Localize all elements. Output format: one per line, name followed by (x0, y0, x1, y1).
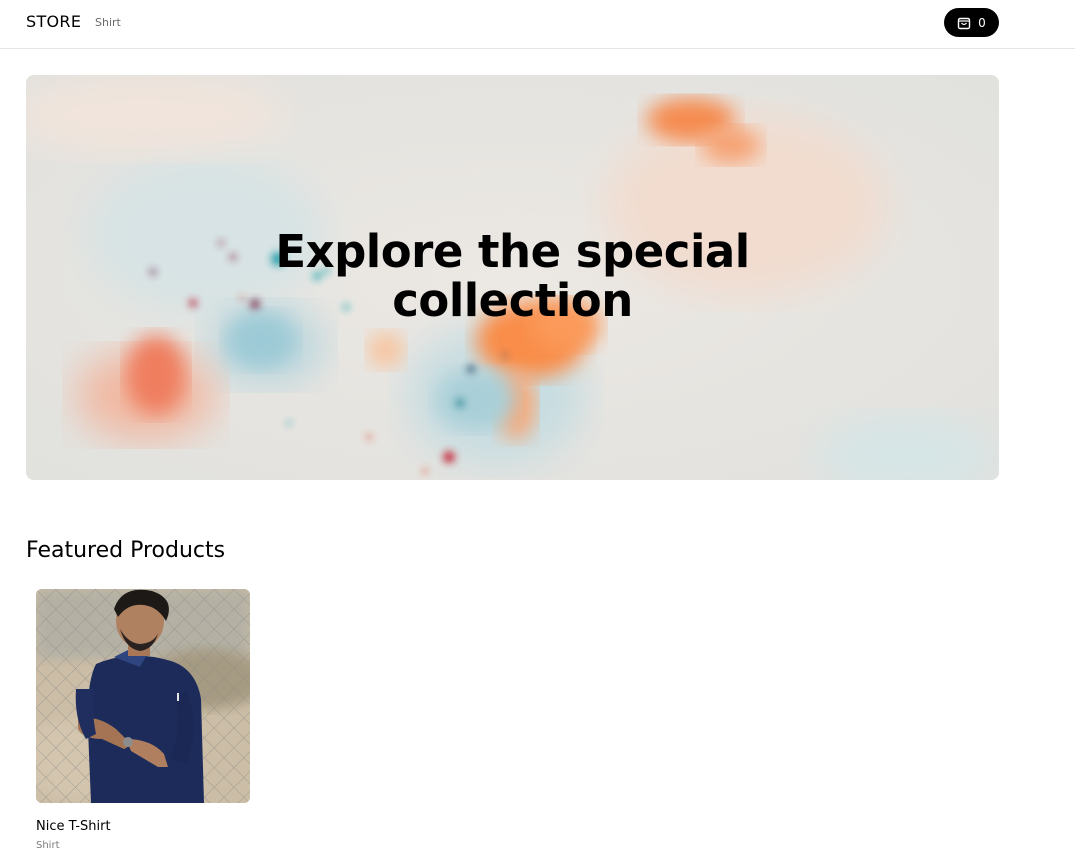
hero-title-line-2: collection (392, 274, 633, 327)
product-category: Shirt (36, 840, 60, 851)
cart-count: 0 (978, 15, 986, 30)
product-image[interactable] (36, 589, 250, 803)
hero-title-line-1: Explore the special (275, 225, 750, 278)
product-card[interactable]: Nice T-Shirt Shirt (36, 589, 250, 854)
store-logo-link[interactable]: STORE (26, 12, 81, 31)
featured-products-heading: Featured Products (26, 538, 226, 563)
hero-title: Explore the special collection (26, 227, 999, 325)
shopping-bag-icon (957, 15, 971, 30)
cart-button[interactable]: 0 (944, 8, 999, 37)
top-navbar: STORE Shirt 0 (0, 0, 1075, 49)
nav-link-shirt[interactable]: Shirt (95, 16, 121, 29)
hero-banner: Explore the special collection (26, 75, 999, 480)
product-name[interactable]: Nice T-Shirt (36, 819, 111, 834)
